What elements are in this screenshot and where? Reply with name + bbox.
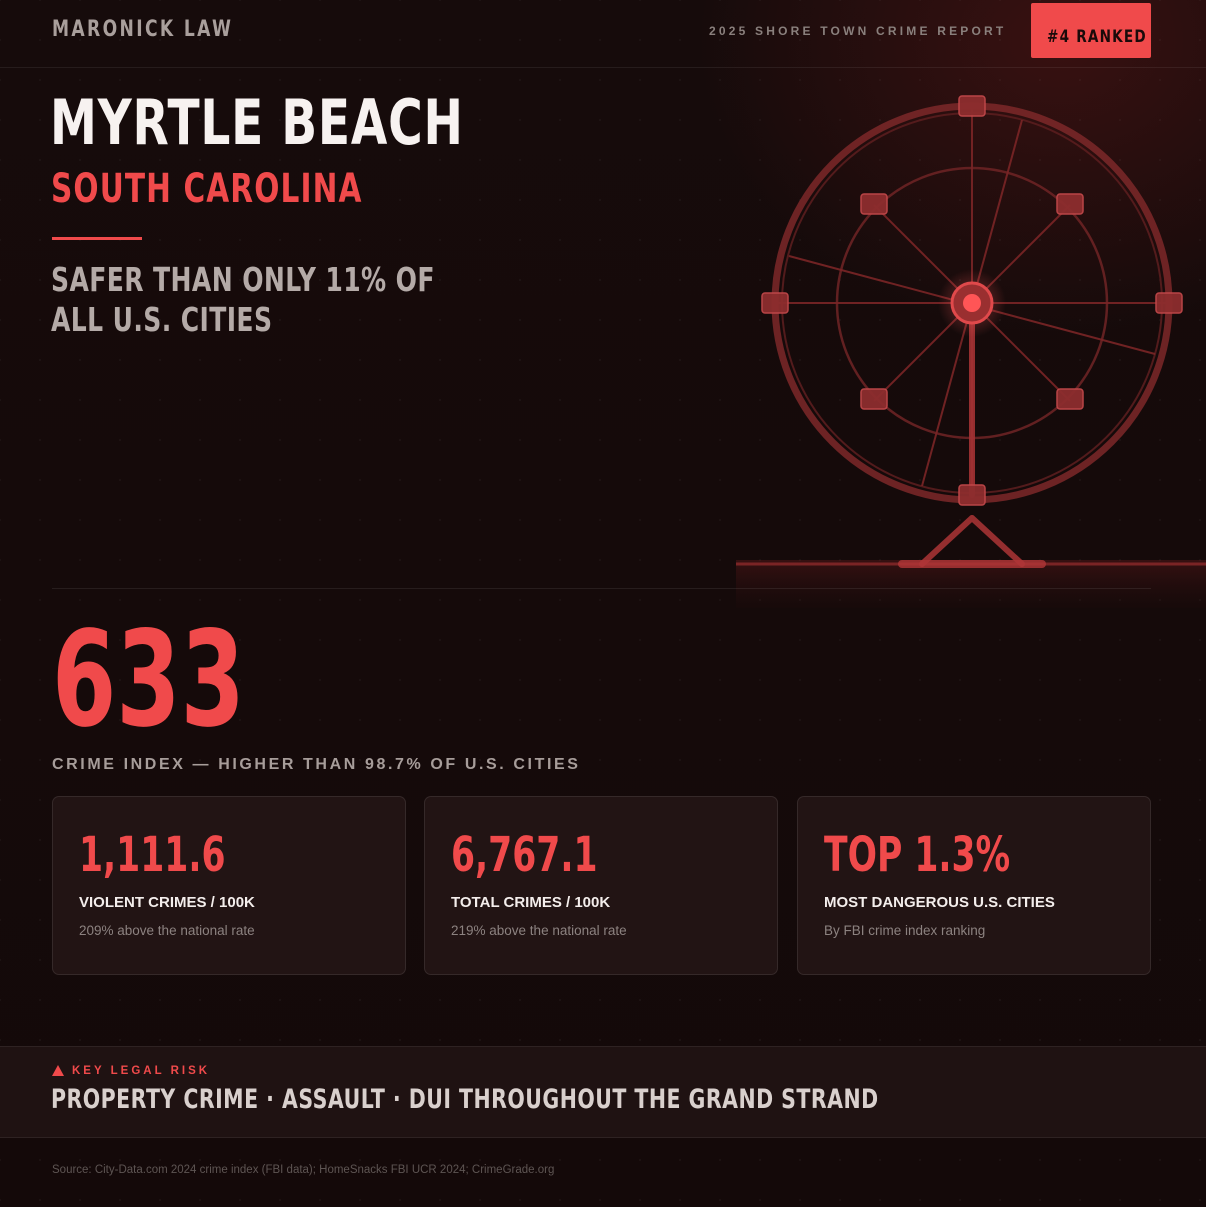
risk-label: KEY LEGAL RISK	[72, 1065, 211, 1077]
stat-label: VIOLENT CRIMES / 100K	[79, 894, 255, 911]
stat-value: 1,111.6	[79, 827, 226, 883]
stat-label: TOTAL CRIMES / 100K	[451, 894, 611, 911]
accent-divider	[52, 237, 142, 240]
state-subtitle: SOUTH CAROLINA	[51, 166, 363, 212]
crime-report-page: MARONICK LAW 2025 SHORE TOWN CRIME REPOR…	[0, 0, 1206, 1207]
stat-note: By FBI crime index ranking	[824, 923, 986, 938]
stat-note: 209% above the national rate	[79, 923, 255, 938]
stat-value: TOP 1.3%	[824, 827, 1011, 883]
gondola	[761, 292, 789, 314]
report-label: 2025 SHORE TOWN CRIME REPORT	[709, 24, 1007, 38]
stat-note: 219% above the national rate	[451, 923, 627, 938]
stat-card-violent-crimes: 1,111.6 VIOLENT CRIMES / 100K 209% above…	[52, 796, 406, 975]
risk-text: PROPERTY CRIME · ASSAULT · DUI THROUGHOU…	[51, 1084, 879, 1115]
gondola	[1056, 388, 1084, 410]
stat-card-most-dangerous: TOP 1.3% MOST DANGEROUS U.S. CITIES By F…	[797, 796, 1151, 975]
stat-card-total-crimes: 6,767.1 TOTAL CRIMES / 100K 219% above t…	[424, 796, 778, 975]
brand-logo-text: MARONICK LAW	[52, 17, 234, 42]
rank-badge: #4 RANKED	[1031, 3, 1151, 58]
crime-index-caption: CRIME INDEX — HIGHER THAN 98.7% OF U.S. …	[52, 756, 581, 773]
city-title: MYRTLE BEACH	[50, 86, 464, 159]
header-bar: MARONICK LAW 2025 SHORE TOWN CRIME REPOR…	[0, 0, 1206, 68]
source-citation: Source: City-Data.com 2024 crime index (…	[52, 1164, 555, 1176]
warning-triangle-icon	[52, 1065, 64, 1076]
key-legal-risk-band: KEY LEGAL RISK PROPERTY CRIME · ASSAULT …	[0, 1046, 1206, 1138]
gondola	[958, 95, 986, 117]
gondola	[860, 388, 888, 410]
section-divider	[52, 588, 1151, 589]
ferris-wheel-illustration	[736, 95, 1206, 608]
safety-tagline: SAFER THAN ONLY 11% OF ALL U.S. CITIES	[51, 260, 435, 339]
gondola	[1155, 292, 1183, 314]
gondola	[958, 484, 986, 506]
gondola	[860, 193, 888, 215]
gondola	[1056, 193, 1084, 215]
stat-value: 6,767.1	[451, 827, 598, 883]
stat-label: MOST DANGEROUS U.S. CITIES	[824, 894, 1055, 911]
rank-badge-text: #4 RANKED	[1047, 27, 1147, 47]
crime-index-value: 633	[52, 603, 245, 757]
